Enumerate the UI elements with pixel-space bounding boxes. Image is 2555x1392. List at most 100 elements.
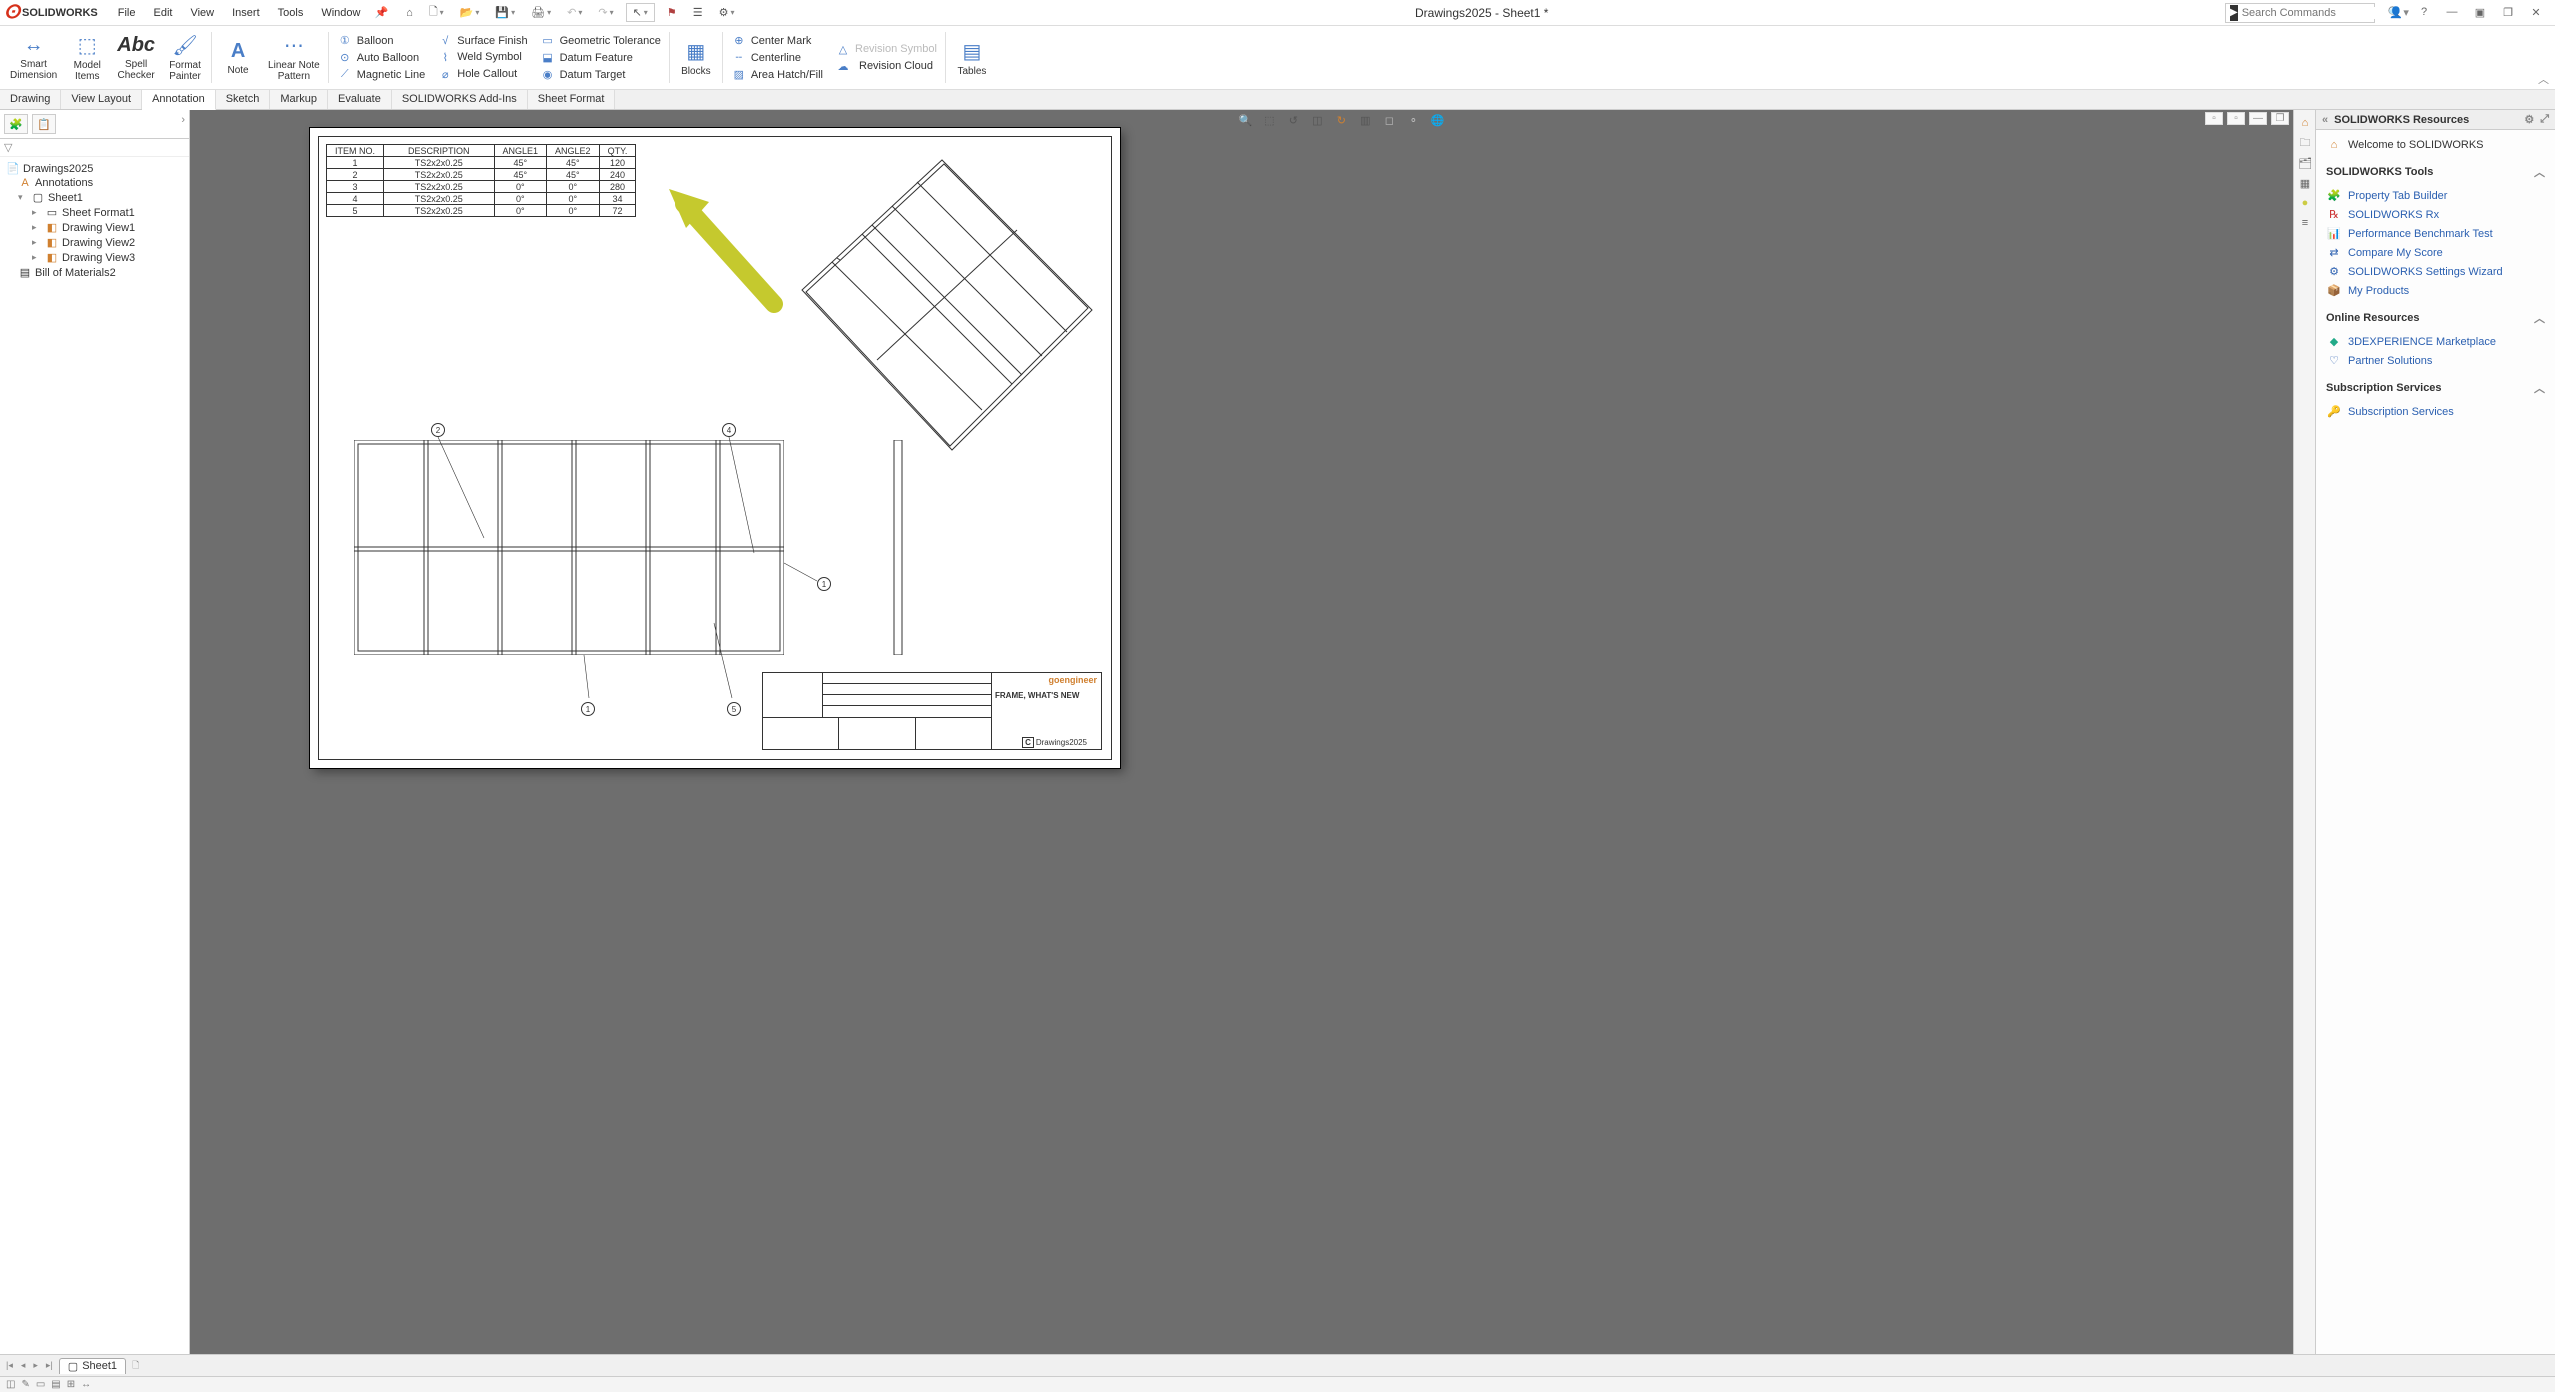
taskpane-pin-icon[interactable]: ⤢ (2540, 113, 2549, 126)
doc-min-icon[interactable]: ▫ (2205, 112, 2223, 125)
help-icon[interactable]: ? (2413, 6, 2435, 19)
search-commands[interactable]: ▶ 🔍 ▾ (2225, 3, 2375, 23)
center-mark-button[interactable]: ⊕Center Mark (729, 33, 825, 48)
restore-icon[interactable]: ❐ (2497, 6, 2519, 19)
section-online[interactable]: Online Resources︿ (2326, 310, 2545, 326)
auto-balloon-button[interactable]: ⊙Auto Balloon (335, 50, 428, 65)
tree-root[interactable]: 📄Drawings2025 (2, 161, 187, 176)
section-view-icon[interactable]: ◫ (1308, 114, 1326, 127)
drawing-view-iso[interactable] (792, 150, 1102, 500)
tree-sheet-format[interactable]: ▸▭Sheet Format1 (2, 205, 187, 220)
save-icon[interactable]: 💾 (491, 4, 519, 21)
fm-flyout-icon[interactable]: › (181, 114, 185, 134)
print-icon[interactable]: 🖨 (527, 4, 555, 21)
rebuild-icon[interactable]: ⚑ (663, 4, 681, 21)
fm-filter-icon[interactable]: ▽ (4, 142, 12, 154)
taskpane-collapse-icon[interactable]: « (2322, 114, 2328, 126)
tree-view1[interactable]: ▸◧Drawing View1 (2, 220, 187, 235)
tab-addins[interactable]: SOLIDWORKS Add-Ins (392, 90, 528, 109)
status-icon[interactable]: ◫ (6, 1379, 15, 1390)
search-mode-icon[interactable]: ▶ (2230, 5, 2238, 21)
subscription-services-link[interactable]: 🔑Subscription Services (2326, 402, 2545, 421)
zoom-fit-icon[interactable]: 🔍 (1236, 114, 1254, 127)
close-icon[interactable]: ✕ (2525, 6, 2547, 19)
taskpane-custom-icon[interactable]: ≡ (2296, 214, 2314, 232)
status-icon[interactable]: ↔ (81, 1379, 91, 1390)
taskpane-explorer-icon[interactable]: 🗂 (2296, 154, 2314, 172)
tab-evaluate-real[interactable]: Evaluate (328, 90, 392, 109)
balloon[interactable]: 2 (431, 423, 445, 437)
new-doc-icon[interactable]: 🗋 (425, 1, 448, 24)
sheet-nav-prev-icon[interactable]: ◂ (19, 1360, 28, 1371)
my-products-link[interactable]: 📦My Products (2326, 281, 2545, 300)
geometric-tolerance-button[interactable]: ▭Geometric Tolerance (538, 33, 663, 48)
prev-view-icon[interactable]: ↺ (1284, 114, 1302, 127)
drawing-sheet[interactable]: ITEM NO. DESCRIPTION ANGLE1 ANGLE2 QTY. … (310, 128, 1120, 768)
maximize-icon[interactable]: ▣ (2469, 6, 2491, 19)
doc-tile-icon[interactable]: ❐ (2271, 112, 2289, 125)
balloon-button[interactable]: ①Balloon (335, 33, 428, 48)
tree-view2[interactable]: ▸◧Drawing View2 (2, 235, 187, 250)
surface-finish-button[interactable]: √Surface Finish (435, 34, 529, 48)
solidworks-rx-link[interactable]: ℞SOLIDWORKS Rx (2326, 205, 2545, 224)
tab-annotation[interactable]: Annotation (142, 90, 216, 110)
tree-view3[interactable]: ▸◧Drawing View3 (2, 250, 187, 265)
open-doc-icon[interactable]: 📂 (456, 4, 484, 21)
menu-tools[interactable]: Tools (270, 4, 312, 22)
datum-feature-button[interactable]: ⬓Datum Feature (538, 50, 663, 65)
minimize-icon[interactable]: — (2441, 6, 2463, 19)
weld-symbol-button[interactable]: ⌇Weld Symbol (435, 50, 529, 65)
tab-drawing[interactable]: Drawing (0, 90, 61, 109)
sheet-nav-next-icon[interactable]: ▸ (31, 1360, 40, 1371)
add-sheet-icon[interactable]: 🗋 (130, 1358, 141, 1374)
taskpane-home-icon[interactable]: ⌂ (2296, 114, 2314, 132)
note-button[interactable]: A Note (214, 28, 262, 87)
performance-benchmark-link[interactable]: 📊Performance Benchmark Test (2326, 224, 2545, 243)
hide-show-icon[interactable]: ▥ (1356, 114, 1374, 127)
model-items-button[interactable]: ⬚ Model Items (63, 28, 111, 87)
sheet-tab[interactable]: ▢Sheet1 (59, 1358, 126, 1374)
format-painter-button[interactable]: 🖌 Format Painter (161, 28, 209, 87)
tree-bom[interactable]: ▤Bill of Materials2 (2, 265, 187, 280)
area-hatch-button[interactable]: ▨Area Hatch/Fill (729, 67, 825, 82)
select-arrow-icon[interactable]: ↖ (626, 3, 655, 22)
search-input[interactable] (2242, 7, 2384, 19)
options-list-icon[interactable]: ☰ (689, 4, 707, 21)
centerline-button[interactable]: ╌Centerline (729, 50, 825, 65)
tables-button[interactable]: ▤ Tables (948, 28, 996, 87)
menu-view[interactable]: View (182, 4, 222, 22)
datum-target-button[interactable]: ◉Datum Target (538, 67, 663, 82)
undo-icon[interactable]: ↶ (563, 4, 586, 21)
ribbon-collapse-icon[interactable]: ︿ (2538, 71, 2549, 87)
title-block[interactable]: goengineer FRAME, WHAT'S NEW CDrawings20… (762, 672, 1102, 750)
home-icon[interactable]: ⌂ (402, 5, 417, 21)
welcome-link[interactable]: ⌂Welcome to SOLIDWORKS (2326, 136, 2545, 154)
revision-symbol-button[interactable]: △Revision Symbol (833, 42, 939, 57)
tab-view-layout[interactable]: View Layout (61, 90, 142, 109)
balloon[interactable]: 1 (581, 702, 595, 716)
bom-table[interactable]: ITEM NO. DESCRIPTION ANGLE1 ANGLE2 QTY. … (326, 144, 636, 217)
linear-note-pattern-button[interactable]: ⋯ Linear Note Pattern (262, 28, 326, 87)
marketplace-link[interactable]: ◆3DEXPERIENCE Marketplace (2326, 332, 2545, 351)
taskpane-lib-icon[interactable]: 🗀 (2296, 134, 2314, 152)
3d-view-icon[interactable]: 🌐 (1428, 114, 1446, 127)
property-tab-builder-link[interactable]: 🧩Property Tab Builder (2326, 186, 2545, 205)
redo-icon[interactable]: ↷ (594, 4, 617, 21)
status-icon[interactable]: ▭ (36, 1379, 45, 1390)
fm-tab-tree-icon[interactable]: 🧩 (4, 114, 28, 134)
menu-window[interactable]: Window (313, 4, 368, 22)
balloon[interactable]: 4 (722, 423, 736, 437)
taskpane-appearance-icon[interactable]: ● (2296, 194, 2314, 212)
display-style-icon[interactable]: ↻ (1332, 114, 1350, 127)
spell-checker-button[interactable]: Abc Spell Checker (111, 28, 161, 87)
user-icon[interactable]: 👤 (2385, 6, 2407, 19)
magnetic-line-button[interactable]: ⟋Magnetic Line (335, 67, 428, 82)
blocks-button[interactable]: ▦ Blocks (672, 28, 720, 87)
hole-callout-button[interactable]: ⌀Hole Callout (435, 67, 529, 82)
tree-annotations[interactable]: AAnnotations (2, 176, 187, 190)
edit-sheet-icon[interactable]: ◻ (1380, 114, 1398, 127)
fm-tab-prop-icon[interactable]: 📋 (32, 114, 56, 134)
balloon[interactable]: 1 (817, 577, 831, 591)
menu-insert[interactable]: Insert (224, 4, 268, 22)
taskpane-settings-icon[interactable]: ⚙ (2524, 113, 2534, 126)
